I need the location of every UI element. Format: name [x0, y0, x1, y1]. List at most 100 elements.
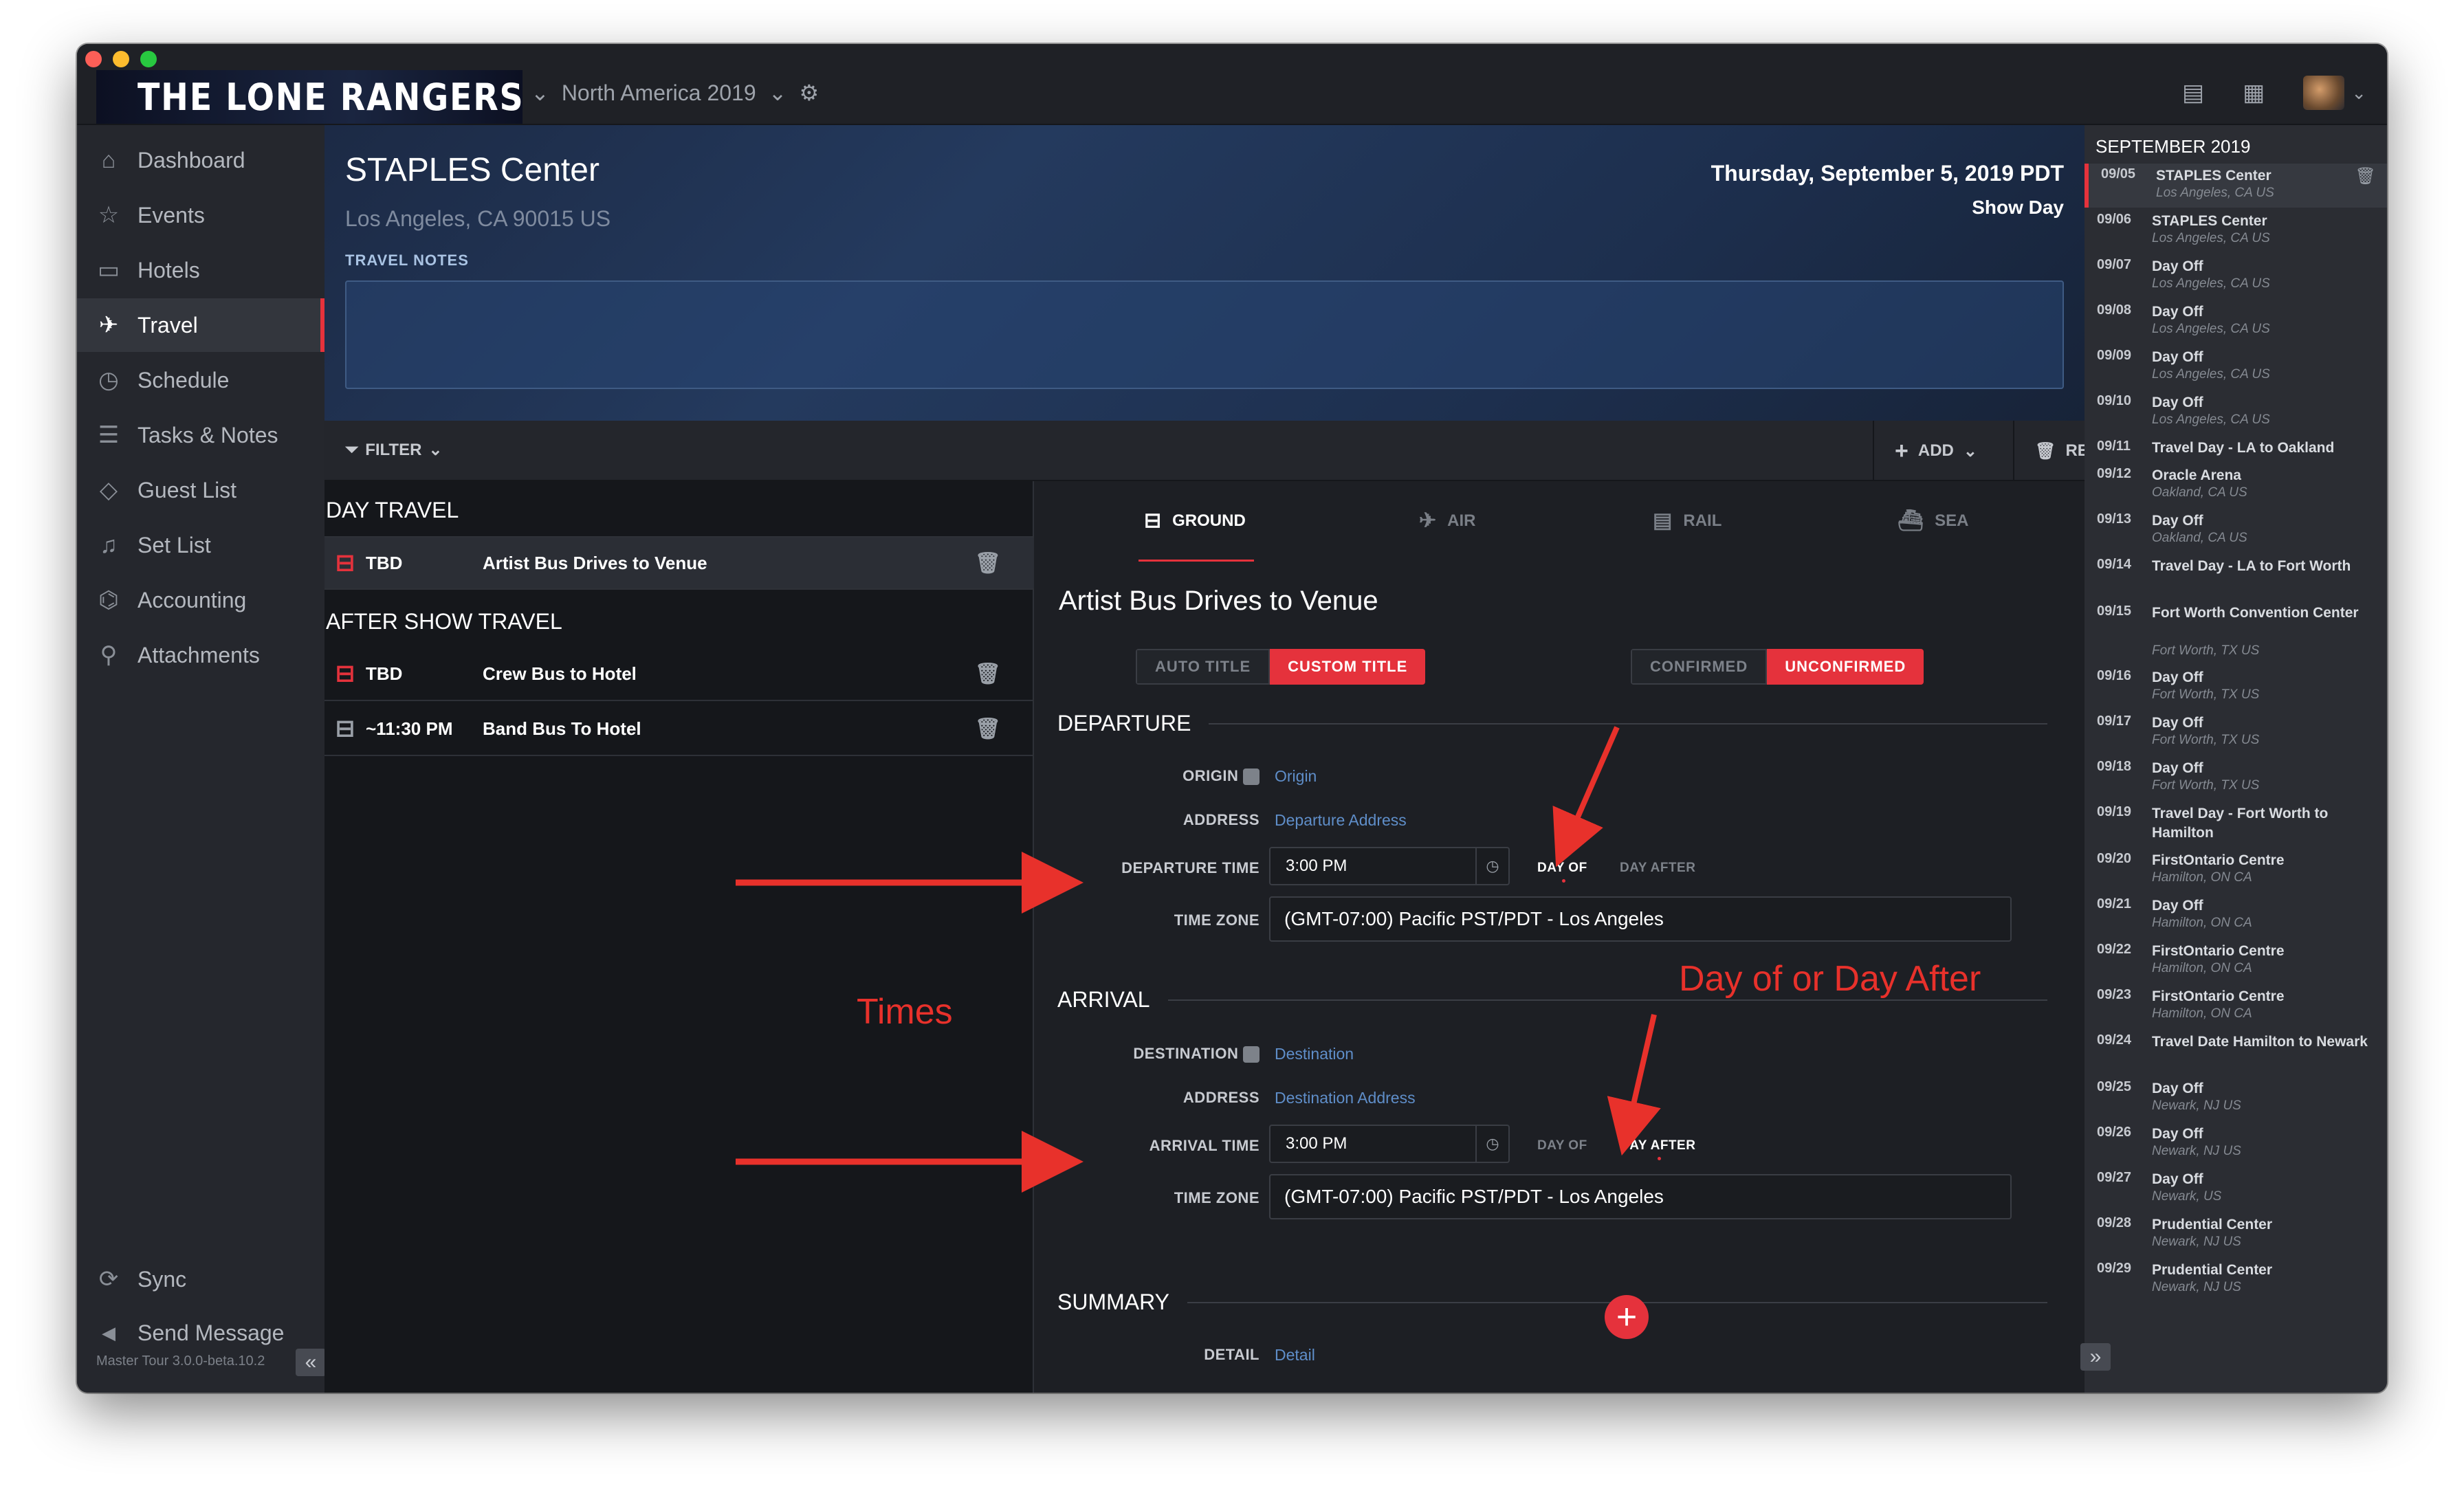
- add-button[interactable]: + ADD ⌄: [1873, 421, 1998, 481]
- arrival-time-input[interactable]: 3:00 PM ◷: [1269, 1125, 1510, 1163]
- arrival-time-zone-select[interactable]: (GMT-07:00) Pacific PST/PDT - Los Angele…: [1269, 1174, 2012, 1219]
- clock-icon[interactable]: ◷: [1475, 1126, 1508, 1162]
- custom-title-button[interactable]: CUSTOM TITLE: [1270, 649, 1426, 685]
- calendar-day-row[interactable]: 09/11 Travel Day - LA to Oakland: [2084, 436, 2387, 462]
- calendar-day-row[interactable]: 09/25 Day Off Newark, NJ US: [2084, 1076, 2387, 1120]
- departure-day-after-option[interactable]: DAY AFTER: [1620, 861, 1695, 876]
- calendar-event-title: Travel Day - LA to Oakland: [2152, 440, 2335, 456]
- calendar-day-row[interactable]: 09/28 Prudential Center Newark, NJ US: [2084, 1213, 2387, 1257]
- add-event-button[interactable]: +: [1605, 1295, 1649, 1339]
- calendar-day-row[interactable]: 09/17 Day Off Fort Worth, TX US: [2084, 711, 2387, 755]
- travel-row[interactable]: ⊟ ~11:30 PM Band Bus To Hotel 🗑: [324, 703, 1034, 756]
- calendar-day-row[interactable]: 09/16 Day Off Fort Worth, TX US: [2084, 665, 2387, 709]
- calendar-day-row[interactable]: 09/23 FirstOntario Centre Hamilton, ON CA: [2084, 984, 2387, 1028]
- auto-title-button[interactable]: AUTO TITLE: [1136, 649, 1270, 685]
- calendar-day-row[interactable]: 09/26 Day Off Newark, NJ US: [2084, 1122, 2387, 1166]
- tab-sea[interactable]: ⛴ SEA: [1898, 509, 1968, 533]
- sidebar-item-label: Tasks & Notes: [138, 422, 278, 447]
- calendar-day-row[interactable]: 09/06 STAPLES Center Los Angeles, CA US: [2084, 209, 2387, 253]
- trash-icon[interactable]: 🗑: [975, 662, 1001, 686]
- travel-row[interactable]: ⊟ TBD Crew Bus to Hotel 🗑: [324, 648, 1034, 701]
- minimize-window-button[interactable]: [113, 51, 129, 67]
- send-message-button[interactable]: ◀ Send Message: [77, 1306, 324, 1360]
- calendar-day-row[interactable]: 09/18 Day Off Fort Worth, TX US: [2084, 756, 2387, 800]
- departure-time-zone-select[interactable]: (GMT-07:00) Pacific PST/PDT - Los Angele…: [1269, 896, 2012, 942]
- calendar-icon[interactable]: ▦: [2243, 79, 2265, 107]
- annotation-times: Times: [857, 992, 953, 1032]
- selected-dot: [1658, 1157, 1662, 1160]
- calendar-day-row[interactable]: 09/10 Day Off Los Angeles, CA US: [2084, 390, 2387, 434]
- origin-field[interactable]: Origin: [1275, 767, 1317, 786]
- calendar-day-row[interactable]: 09/13 Day Off Oakland, CA US: [2084, 509, 2387, 553]
- sidebar-item-attachments[interactable]: ⚲ Attachments: [77, 628, 324, 682]
- calendar-day-row[interactable]: 09/14 Travel Day - LA to Fort Worth: [2084, 554, 2387, 599]
- sidebar-item-accounting[interactable]: ⌬ Accounting: [77, 573, 324, 627]
- zoom-window-button[interactable]: [140, 51, 157, 67]
- trash-icon[interactable]: 🗑: [2355, 166, 2376, 186]
- calendar-day-row[interactable]: 09/07 Day Off Los Angeles, CA US: [2084, 254, 2387, 298]
- calendar-day-row[interactable]: 09/21 Day Off Hamilton, ON CA: [2084, 894, 2387, 938]
- sidebar-item-hotels[interactable]: ▭ Hotels: [77, 243, 324, 297]
- calendar-day-row[interactable]: 09/15 Fort Worth Convention Center Fort Wo…: [2084, 601, 2387, 664]
- calendar-day-row[interactable]: 09/24 Travel Date Hamilton to Newark: [2084, 1030, 2387, 1075]
- destination-field[interactable]: Destination: [1275, 1045, 1354, 1063]
- calendar-day-row[interactable]: 09/05 STAPLES Center Los Angeles, CA US 🗑: [2084, 164, 2387, 208]
- trash-icon[interactable]: 🗑: [975, 717, 1001, 741]
- sidebar-item-schedule[interactable]: ◷ Schedule: [77, 353, 324, 407]
- bus-icon: ⊟: [335, 661, 355, 687]
- filter-button[interactable]: ⏷ FILTER ⌄: [345, 440, 443, 460]
- sidebar-item-label: Dashboard: [138, 147, 245, 173]
- tab-air[interactable]: ✈ AIR: [1419, 509, 1475, 533]
- destination-address-field[interactable]: Destination Address: [1275, 1089, 1416, 1107]
- tab-rail[interactable]: ▤ RAIL: [1653, 509, 1722, 533]
- calendar-event-location: Newark, NJ US: [2152, 1235, 2241, 1249]
- unconfirmed-button[interactable]: UNCONFIRMED: [1767, 649, 1924, 685]
- calendar-date: 09/15: [2097, 604, 2132, 619]
- sidebar-item-dashboard[interactable]: ⌂ Dashboard: [77, 133, 324, 187]
- detail-field[interactable]: Detail: [1275, 1346, 1315, 1364]
- gear-icon[interactable]: ⚙: [799, 80, 819, 106]
- sidebar-item-tasks-notes[interactable]: ☰ Tasks & Notes: [77, 408, 324, 462]
- arrival-day-after-option[interactable]: DAY AFTER: [1620, 1138, 1695, 1160]
- sidebar-item-set-list[interactable]: ♫ Set List: [77, 518, 324, 572]
- collapse-sidebar-button[interactable]: «: [296, 1349, 326, 1376]
- sidebar-item-events[interactable]: ☆ Events: [77, 188, 324, 242]
- departure-day-of-option[interactable]: DAY OF: [1537, 861, 1587, 883]
- arrival-day-of-option[interactable]: DAY OF: [1537, 1138, 1587, 1153]
- close-window-button[interactable]: [85, 51, 102, 67]
- clock-icon[interactable]: ◷: [1475, 848, 1508, 884]
- calendar-day-row[interactable]: 09/29 Prudential Center Newark, NJ US: [2084, 1258, 2387, 1302]
- calendar-day-row[interactable]: 09/20 FirstOntario Centre Hamilton, ON CA: [2084, 848, 2387, 892]
- time-value: 3:00 PM: [1286, 1134, 1348, 1153]
- map-pin-icon[interactable]: [1243, 1046, 1260, 1063]
- calendar-day-row[interactable]: 09/09 Day Off Los Angeles, CA US: [2084, 345, 2387, 389]
- calendar-day-row[interactable]: 09/12 Oracle Arena Oakland, CA US: [2084, 463, 2387, 507]
- travel-notes-textarea[interactable]: [345, 280, 2064, 389]
- band-logo[interactable]: THE LONE RANGERS: [96, 70, 523, 124]
- calendar-date: 09/17: [2097, 714, 2132, 729]
- tab-ground[interactable]: ⊟ GROUND: [1144, 509, 1246, 533]
- trash-icon[interactable]: 🗑: [975, 551, 1001, 575]
- departure-time-input[interactable]: 3:00 PM ◷: [1269, 847, 1510, 885]
- departure-address-field[interactable]: Departure Address: [1275, 811, 1407, 830]
- calendar-date: 09/16: [2097, 668, 2132, 683]
- map-pin-icon[interactable]: [1243, 768, 1260, 786]
- contact-card-icon[interactable]: ▤: [2182, 79, 2204, 107]
- user-menu[interactable]: ⌄: [2303, 76, 2366, 110]
- star-icon: ☆: [98, 202, 120, 228]
- calendar-event-title: Day Off: [2152, 304, 2203, 320]
- calendar-day-row[interactable]: 09/27 Day Off Newark, US: [2084, 1167, 2387, 1211]
- sidebar-item-guest-list[interactable]: ◇ Guest List: [77, 463, 324, 517]
- calendar-day-row[interactable]: 09/22 FirstOntario Centre Hamilton, ON CA: [2084, 939, 2387, 983]
- trash-icon: 🗑: [2035, 441, 2056, 461]
- confirmed-button[interactable]: CONFIRMED: [1631, 649, 1768, 685]
- calendar-day-row[interactable]: 09/08 Day Off Los Angeles, CA US: [2084, 300, 2387, 344]
- travel-row[interactable]: ⊟ TBD Artist Bus Drives to Venue 🗑: [324, 536, 1034, 590]
- calendar-day-row[interactable]: 09/19 Travel Day - Fort Worth to Hamilton: [2084, 801, 2387, 847]
- sync-icon: ⟳: [98, 1266, 119, 1292]
- tour-selector[interactable]: ⌄ North America 2019 ⌄ ⚙: [531, 80, 819, 106]
- calendar-event-title: Day Off: [2152, 1126, 2203, 1142]
- sidebar-item-travel[interactable]: ✈ Travel: [77, 298, 324, 352]
- sync-button[interactable]: ⟳ Sync: [77, 1252, 324, 1306]
- expand-panel-button[interactable]: »: [2080, 1343, 2111, 1371]
